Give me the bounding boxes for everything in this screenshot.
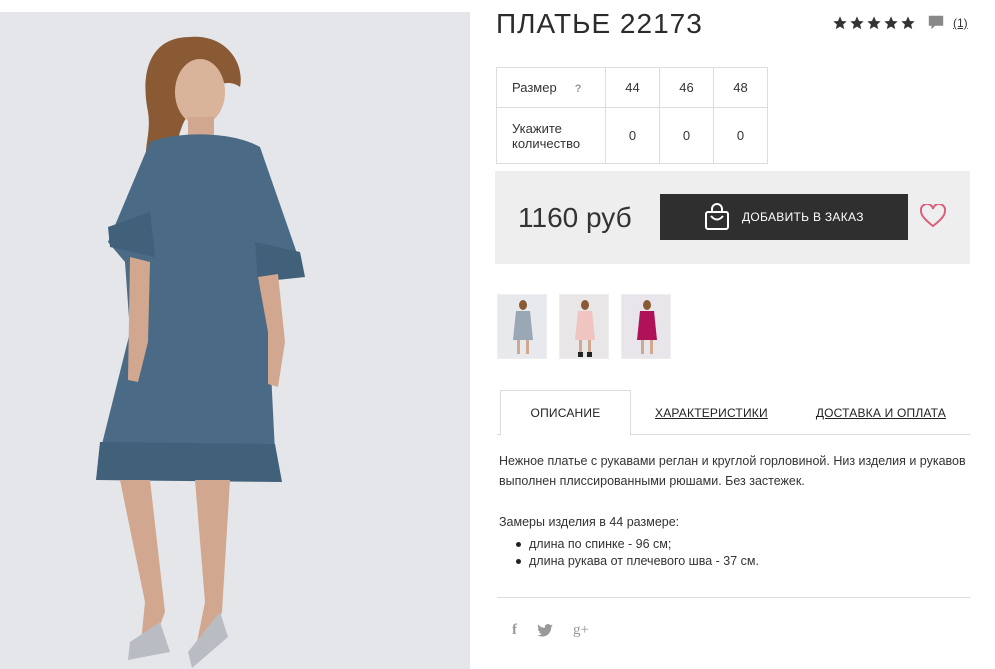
shopping-bag-icon [705,203,729,230]
size-table: Размер? 44 46 48 Укажите количество 0 0 … [496,67,768,164]
product-price: 1160 руб [518,202,632,233]
quantity-row: Укажите количество 0 0 0 [496,107,768,164]
size-44: 44 [605,67,660,108]
quantity-cell-48: 0 [713,107,768,164]
product-title: ПЛАТЬЕ 22173 [496,8,703,39]
review-count-link[interactable]: (1) [953,16,968,30]
size-label: Размер [512,80,557,95]
star-icon [867,16,881,30]
quantity-cell-44: 0 [605,107,660,164]
thumbnail-strip [497,294,671,359]
quantity-input-44[interactable]: 0 [606,128,659,143]
comment-icon[interactable] [927,14,945,32]
twitter-icon[interactable] [537,624,553,637]
product-main-photo[interactable] [0,12,470,669]
measures-title: Замеры изделия в 44 размере: [499,515,680,529]
product-description: Нежное платье с рукавами реглан и кругло… [499,454,966,488]
measure-item: длина рукава от плечевого шва - 37 см. [516,553,759,570]
quantity-input-46[interactable]: 0 [660,128,713,143]
add-to-order-button[interactable]: ДОБАВИТЬ В ЗАКАЗ [660,194,908,240]
add-to-order-label: ДОБАВИТЬ В ЗАКАЗ [742,210,864,224]
divider [497,597,970,598]
thumbnail-pink-dress[interactable] [559,294,609,359]
tab-delivery[interactable]: ДОСТАВКА И ОПЛАТА [816,390,946,435]
social-share: f g+ [512,622,589,639]
star-icon [901,16,915,30]
star-icon [884,16,898,30]
facebook-icon[interactable]: f [512,622,517,639]
star-icon [850,16,864,30]
quantity-label-line1: Укажите [512,120,562,136]
quantity-label-cell: Укажите количество [496,107,606,164]
size-48: 48 [713,67,768,108]
size-46: 46 [659,67,714,108]
product-rating: (1) [832,14,968,32]
measure-item: длина по спинке - 96 см; [516,536,759,553]
product-tabs: ОПИСАНИЕ ХАРАКТЕРИСТИКИ ДОСТАВКА И ОПЛАТ… [497,390,970,436]
thumbnail-grey-dress[interactable] [497,294,547,359]
price-box: 1160 руб ДОБАВИТЬ В ЗАКАЗ [495,171,970,264]
measures-list: длина по спинке - 96 см; длина рукава от… [516,536,759,570]
quantity-cell-46: 0 [659,107,714,164]
size-help-icon[interactable]: ? [575,83,582,95]
google-plus-icon[interactable]: g+ [573,622,589,639]
size-row: Размер? 44 46 48 [496,67,768,108]
thumbnail-magenta-dress[interactable] [621,294,671,359]
star-icon [833,16,847,30]
size-label-cell: Размер? [496,67,606,108]
heart-icon[interactable] [920,204,946,228]
quantity-input-48[interactable]: 0 [714,128,767,143]
tab-characteristics[interactable]: ХАРАКТЕРИСТИКИ [655,390,768,435]
tab-description[interactable]: ОПИСАНИЕ [500,390,631,436]
quantity-label-line2: количество [512,135,581,151]
